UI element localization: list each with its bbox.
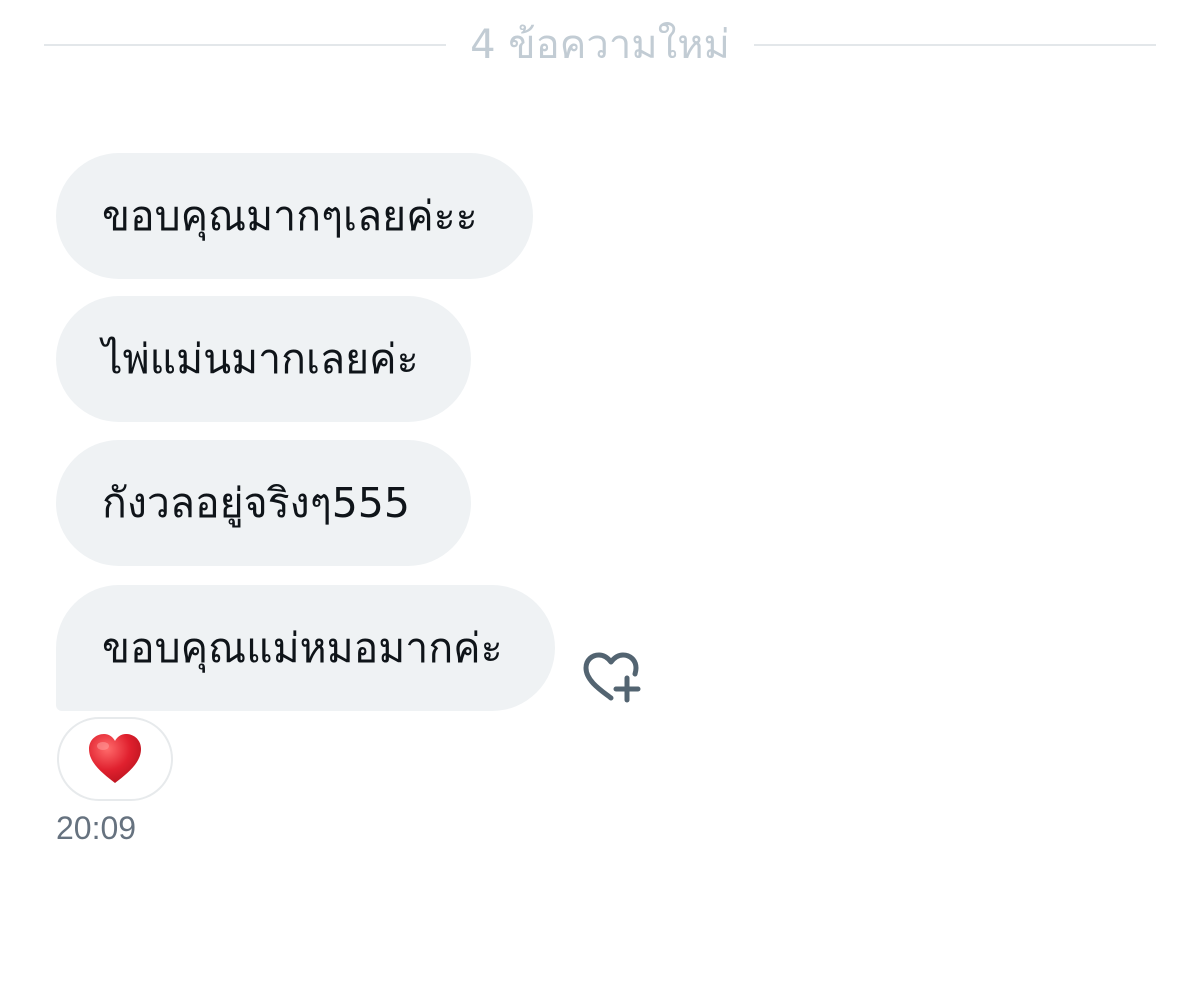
reaction-pill[interactable] [57, 717, 173, 801]
divider-line-left [44, 44, 447, 46]
message-text: กังวลอยู่จริงๆ555 [102, 478, 410, 527]
message-bubble[interactable]: ขอบคุณมากๆเลยค่ะะ [56, 153, 533, 279]
message-text: ขอบคุณมากๆเลยค่ะะ [102, 191, 478, 240]
add-reaction-button[interactable] [580, 650, 642, 706]
red-heart-icon [89, 734, 141, 783]
new-messages-label: 4 ข้อความใหม่ [470, 22, 730, 68]
message-bubble[interactable]: ไพ่แม่นมากเลยค่ะ [56, 296, 471, 422]
heart-plus-icon [583, 652, 641, 703]
message-timestamp: 20:09 [56, 810, 137, 846]
message-bubble[interactable]: กังวลอยู่จริงๆ555 [56, 440, 471, 566]
divider-line-right [753, 44, 1156, 46]
message-text: ขอบคุณแม่หมอมากค่ะ [102, 623, 503, 672]
new-messages-divider: 4 ข้อความใหม่ [44, 18, 1156, 72]
message-text: ไพ่แม่นมากเลยค่ะ [102, 334, 419, 383]
message-bubble[interactable]: ขอบคุณแม่หมอมากค่ะ [56, 585, 555, 711]
